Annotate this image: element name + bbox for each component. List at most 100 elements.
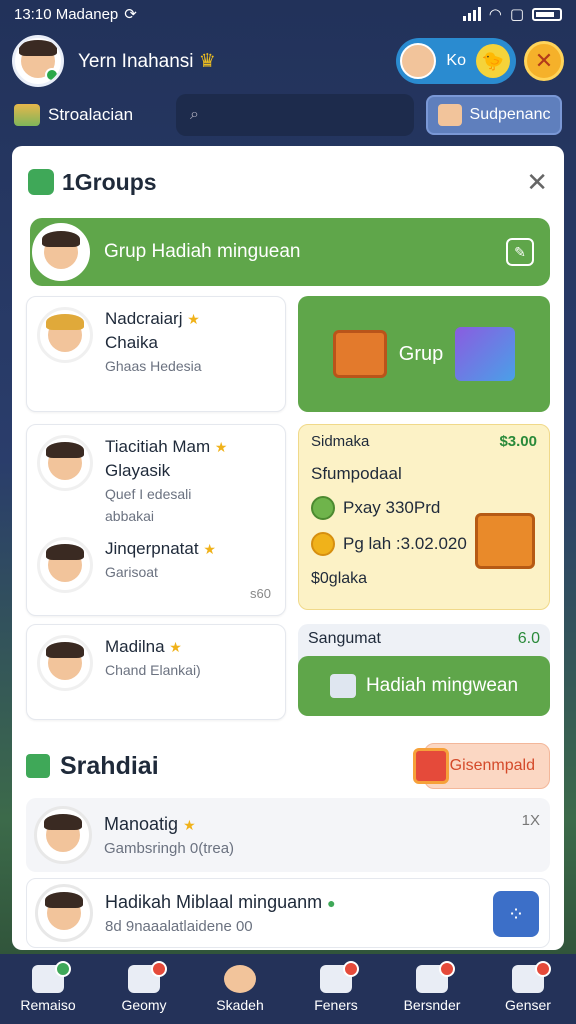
side-button-label: Sudpenanc <box>469 106 551 123</box>
nav-badge <box>535 961 551 977</box>
member-avatar <box>37 537 93 593</box>
member-avatar <box>37 435 93 491</box>
member-face <box>46 314 84 352</box>
list-sub: Gambsringh 0(trea) <box>104 839 235 857</box>
reward-button-label: Hadiah mingwean <box>365 675 519 696</box>
member-face <box>46 442 84 480</box>
nav-label: Feners <box>314 997 358 1013</box>
nav-label: Geomy <box>121 997 167 1013</box>
tab-main[interactable]: Stroalacian <box>14 104 164 126</box>
section-title: Srahdiai <box>60 751 159 780</box>
nav-badge <box>439 961 455 977</box>
wifi-icon: ◠ <box>488 6 502 23</box>
side-button[interactable]: Sudpenanc <box>426 95 562 135</box>
duck-icon[interactable]: 🐤 <box>476 44 510 78</box>
more-button[interactable]: ⁘ <box>493 891 539 937</box>
section-button[interactable]: Gisenmpald <box>413 743 550 789</box>
presents-icon <box>455 327 516 381</box>
close-button[interactable]: ✕ <box>524 41 564 81</box>
reward-title: Sangumat <box>308 630 381 647</box>
banner-avatar <box>32 223 90 281</box>
member-name: Tiacitiah Mam <box>105 437 211 456</box>
groups-panel: 1Groups ✕ Grup Hadiah minguean ✎ Nadcrai… <box>12 146 564 950</box>
star-icon: ★ <box>203 541 216 557</box>
list-sub: 8d 9naaalatlaidene 00 <box>105 917 253 935</box>
list-item[interactable]: Manoatig ★ Gambsringh 0(trea) 1X <box>26 798 550 872</box>
nav-item-bersnder[interactable]: Bersnder <box>387 961 477 1013</box>
list-face <box>44 814 82 852</box>
sub-bar: Stroalacian ⌕ Sudpenanc <box>14 92 562 138</box>
nav-item-skadeh[interactable]: Skadeh <box>195 965 285 1013</box>
nav-item-genser[interactable]: Genser <box>483 961 573 1013</box>
banner-avatar-face <box>42 231 80 269</box>
nav-item-feners[interactable]: Feners <box>291 961 381 1013</box>
offer-line-2: Pg lah :3.02.020 <box>343 534 467 553</box>
gift-card[interactable]: Grup <box>298 296 550 412</box>
crown-icon: ♛ <box>198 50 216 72</box>
list-item[interactable]: Hadikah Miblaal minguanm ● 8d 9naaalatla… <box>26 878 550 948</box>
member-face <box>46 544 84 582</box>
search-input[interactable]: ⌕ <box>176 94 414 136</box>
edit-icon[interactable]: ✎ <box>506 238 534 266</box>
member-sub: Quef I edesali <box>105 486 192 502</box>
member-card[interactable]: Jinqerpnatat ★ Garisoat <box>27 537 285 603</box>
top-bar: Yern Inahansi ♛ Ko 🐤 ✕ <box>12 32 564 90</box>
member-sub: Garisoat <box>105 564 158 580</box>
top-right-group: Ko 🐤 <box>396 38 516 84</box>
offer-title: Sidmaka <box>311 433 370 450</box>
member-name-2: Chaika <box>105 333 158 352</box>
nav-badge <box>343 961 359 977</box>
section-icon <box>26 754 50 778</box>
banner-text: Grup Hadiah minguean <box>104 241 301 262</box>
member-name: Jinqerpnatat <box>105 539 199 558</box>
package-icon <box>329 674 356 698</box>
offer-card[interactable]: Sidmaka $3.00 Sfumpodaal Pxay 330Prd Pg … <box>298 424 550 610</box>
status-time: 13:10 Madanep <box>14 5 119 23</box>
panel-header: 1Groups ✕ <box>12 146 564 218</box>
online-indicator <box>45 68 59 82</box>
user-avatar[interactable] <box>12 35 64 87</box>
nav-badge <box>55 961 71 977</box>
member-sub-2: abbakai <box>105 508 155 524</box>
reward-value: 6.0 <box>517 630 540 647</box>
friend-avatar[interactable] <box>400 43 437 79</box>
face-icon <box>437 104 462 126</box>
member-face <box>46 642 84 680</box>
nav-item-geomy[interactable]: Geomy <box>99 961 189 1013</box>
chest-icon <box>475 513 535 569</box>
member-card[interactable]: Madilna ★ Chand Elankai) <box>26 624 286 720</box>
panel-title: 1Groups <box>62 168 157 195</box>
panel-close-icon[interactable]: ✕ <box>526 167 548 198</box>
member-name-2: Glayasik <box>105 461 171 480</box>
star-icon: ★ <box>183 816 196 833</box>
check-icon: ● <box>327 894 336 911</box>
dots-icon: ⁘ <box>507 903 525 926</box>
gold-coin-icon <box>311 532 335 556</box>
search-icon: ⌕ <box>190 106 199 123</box>
member-card[interactable]: Tiacitiah Mam ★ Glayasik Quef I edesali … <box>27 425 285 537</box>
nav-item-home[interactable]: Remaiso <box>3 961 93 1013</box>
star-icon: ★ <box>214 439 228 455</box>
offer-label: Sfumpodaal <box>311 464 402 483</box>
list-name: Hadikah Miblaal minguanm <box>105 891 323 912</box>
group-banner[interactable]: Grup Hadiah minguean ✎ <box>30 218 550 286</box>
member-card[interactable]: Nadcraiarj ★ Chaika Ghaas Hedesia <box>26 296 286 412</box>
offer-price: $3.00 <box>499 433 537 450</box>
star-icon: ★ <box>187 311 200 327</box>
battery-icon <box>532 7 562 21</box>
member-avatar <box>37 307 93 363</box>
groups-icon <box>28 169 54 195</box>
nav-badge <box>151 961 167 977</box>
offer-line-1: Pxay 330Prd <box>343 498 441 517</box>
check-coin-icon <box>311 496 335 520</box>
list-avatar <box>35 884 93 942</box>
books-icon <box>14 104 40 126</box>
sync-icon: ⟳ <box>124 6 137 23</box>
gift-icon <box>413 748 449 784</box>
nav-label: Remaiso <box>20 997 76 1013</box>
reward-button[interactable]: Hadiah mingwean <box>298 656 550 716</box>
level-label: Ko <box>446 52 466 69</box>
list-face <box>45 892 83 930</box>
star-icon: ★ <box>169 639 182 655</box>
member-name: Nadcraiarj <box>105 309 183 328</box>
